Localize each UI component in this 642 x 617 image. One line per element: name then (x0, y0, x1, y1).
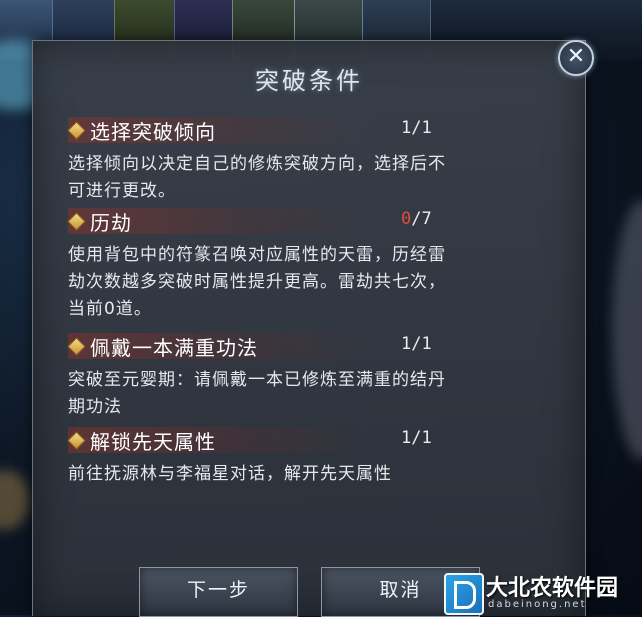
watermark-name: 大北农软件园 (486, 576, 619, 601)
condition-title: 选择突破倾向 (90, 120, 216, 144)
condition-description: 前往抚源林与李福星对话，解开先天属性 (68, 464, 392, 484)
condition-tribulation: 历劫 0/7 使用背包中的符篆召唤对应属性的天雷，历经雷劫次数越多突破时属性提升… (67, 206, 568, 323)
close-x-icon: ✕ (566, 44, 586, 69)
site-watermark: 大北农软件园 dabeinong.net (444, 570, 642, 615)
watermark-url: dabeinong.net (488, 599, 587, 610)
progress-current: 0 (401, 209, 412, 229)
progress-total: /1 (411, 118, 432, 138)
condition-header: 佩戴一本满重功法 1/1 (67, 331, 568, 361)
progress-total: /7 (411, 209, 432, 229)
progress-total: /1 (411, 428, 432, 448)
progress-current: 1 (401, 428, 412, 448)
condition-header: 解锁先天属性 1/1 (67, 425, 568, 455)
background-glow (612, 200, 642, 460)
condition-description: 使用背包中的符篆召唤对应属性的天雷，历经雷劫次数越多突破时属性提升更高。雷劫共七… (68, 245, 446, 319)
condition-title: 佩戴一本满重功法 (90, 336, 258, 360)
background-glow (0, 470, 30, 530)
progress-current: 1 (401, 334, 412, 354)
dialog-title: 突破条件 (255, 67, 363, 95)
breakthrough-conditions-dialog: 突破条件 选择突破倾向 1/1 选择倾向以决定自己的修炼突破方向，选择后不可进行… (32, 40, 586, 616)
next-step-button[interactable]: 下一步 (139, 567, 298, 617)
condition-progress: 0/7 (401, 209, 432, 229)
progress-total: /1 (411, 334, 432, 354)
condition-equip-technique: 佩戴一本满重功法 1/1 突破至元婴期：请佩戴一本已修炼至满重的结丹期功法 (67, 331, 568, 421)
condition-unlock-innate: 解锁先天属性 1/1 前往抚源林与李福星对话，解开先天属性 (67, 425, 568, 488)
condition-header: 选择突破倾向 1/1 (67, 115, 568, 145)
condition-progress: 1/1 (401, 428, 432, 448)
condition-header: 历劫 0/7 (67, 206, 568, 236)
condition-title: 解锁先天属性 (90, 430, 216, 454)
close-button[interactable]: ✕ (558, 40, 594, 76)
condition-description: 选择倾向以决定自己的修炼突破方向，选择后不可进行更改。 (68, 154, 446, 201)
progress-current: 1 (401, 118, 412, 138)
condition-progress: 1/1 (401, 334, 432, 354)
condition-title: 历劫 (90, 211, 132, 235)
condition-select-tendency: 选择突破倾向 1/1 选择倾向以决定自己的修炼突破方向，选择后不可进行更改。 (67, 115, 568, 205)
condition-progress: 1/1 (401, 118, 432, 138)
condition-description: 突破至元婴期：请佩戴一本已修炼至满重的结丹期功法 (68, 370, 446, 417)
watermark-logo-icon (444, 573, 484, 615)
